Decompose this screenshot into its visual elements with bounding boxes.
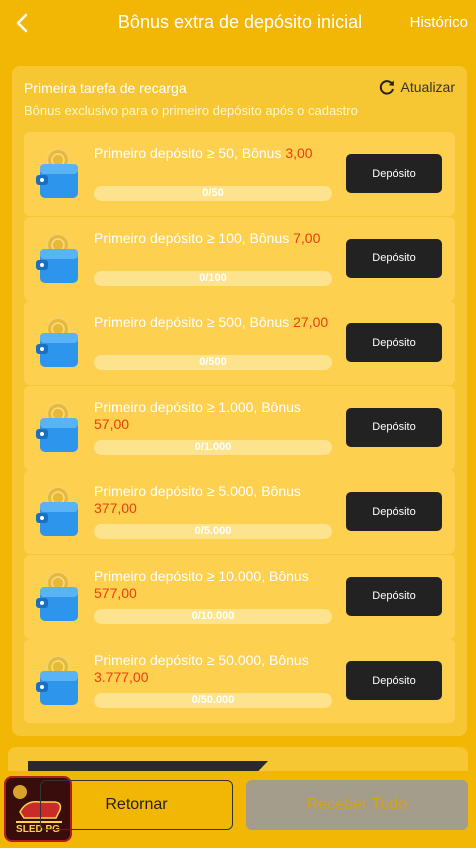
refresh-button[interactable]: Atualizar xyxy=(378,78,455,96)
refresh-icon xyxy=(379,80,394,95)
task-description: Primeiro depósito ≥ 500, Bônus 27,00 xyxy=(94,314,336,331)
progress-bar: 0/50.000 xyxy=(94,693,332,708)
task-description: Primeiro depósito ≥ 5.000, Bônus 377,00 xyxy=(94,483,336,517)
task-bonus: 577,00 xyxy=(94,584,137,601)
header: Bônus extra de depósito inicial Históric… xyxy=(0,0,476,46)
deposit-button[interactable]: Depósito xyxy=(346,661,442,700)
tab-strip xyxy=(28,761,268,771)
deposit-button[interactable]: Depósito xyxy=(346,576,442,616)
progress-bar: 0/100 xyxy=(94,270,332,286)
panel-title: Primeira tarefa de recarga xyxy=(24,80,187,96)
task-description: Primeiro depósito ≥ 50, Bônus 3,00 xyxy=(94,145,336,162)
progress-bar: 0/1.000 xyxy=(94,439,332,455)
task-requirement: Primeiro depósito ≥ 5.000, Bônus xyxy=(94,483,301,499)
task-bonus: 3,00 xyxy=(285,145,313,161)
deposit-button[interactable]: Depósito xyxy=(346,238,442,278)
task-card: Primeiro depósito ≥ 500, Bônus 27,00 0/50… xyxy=(24,301,455,385)
task-requirement: Primeiro depósito ≥ 500, Bônus xyxy=(94,314,290,330)
task-bonus: 27,00 xyxy=(293,314,329,330)
progress-text: 0/500 xyxy=(199,356,227,368)
chevron-left-icon xyxy=(16,13,28,33)
wallet-coin-icon xyxy=(36,567,82,625)
deposit-button[interactable]: Depósito xyxy=(346,323,442,362)
task-bonus: 7,00 xyxy=(293,229,321,246)
history-link[interactable]: Histórico xyxy=(410,14,468,31)
refresh-label: Atualizar xyxy=(400,79,455,95)
task-card: Primeiro depósito ≥ 50.000, Bônus 3.777,… xyxy=(24,639,455,723)
task-card: Primeiro depósito ≥ 1.000, Bônus 57,00 0/… xyxy=(24,385,455,470)
deposit-button[interactable]: Depósito xyxy=(346,407,442,447)
back-button[interactable] xyxy=(10,8,34,38)
wallet-coin-icon xyxy=(36,482,82,540)
wallet-coin-icon xyxy=(36,651,82,709)
receive-all-button[interactable]: Receber Tudo xyxy=(246,780,468,830)
wallet-coin-icon xyxy=(36,144,82,202)
progress-text: 0/100 xyxy=(199,271,227,284)
progress-text: 0/50 xyxy=(202,187,224,199)
task-card: Primeiro depósito ≥ 10.000, Bônus 577,00… xyxy=(24,554,455,639)
task-description: Primeiro depósito ≥ 1.000, Bônus 57,00 xyxy=(94,399,336,433)
progress-bar: 0/50 xyxy=(94,186,332,201)
task-bonus: 377,00 xyxy=(94,500,137,516)
task-requirement: Primeiro depósito ≥ 50, Bônus xyxy=(94,145,282,161)
progress-bar: 0/5.000 xyxy=(94,524,332,539)
task-card: Primeiro depósito ≥ 5.000, Bônus 377,00 0… xyxy=(24,470,455,554)
task-card: Primeiro depósito ≥ 50, Bônus 3,00 0/50 De… xyxy=(24,132,455,216)
task-bonus: 3.777,00 xyxy=(94,669,149,685)
progress-bar: 0/10.000 xyxy=(94,608,332,624)
wallet-coin-icon xyxy=(36,398,82,456)
recharge-task-panel: Primeira tarefa de recarga Atualizar Bôn… xyxy=(12,66,467,736)
task-description: Primeiro depósito ≥ 100, Bônus 7,00 xyxy=(94,230,336,247)
task-bonus: 57,00 xyxy=(94,415,130,432)
task-requirement: Primeiro depósito ≥ 100, Bônus xyxy=(94,229,290,246)
page-title: Bônus extra de depósito inicial xyxy=(117,12,363,32)
task-requirement: Primeiro depósito ≥ 10.000, Bônus xyxy=(94,567,309,584)
progress-bar: 0/500 xyxy=(94,355,332,370)
progress-text: 0/1.000 xyxy=(194,440,232,453)
progress-text: 0/10.000 xyxy=(191,609,235,622)
task-card: Primeiro depósito ≥ 100, Bônus 7,00 0/100… xyxy=(24,216,455,301)
wallet-coin-icon xyxy=(36,229,82,287)
task-description: Primeiro depósito ≥ 50.000, Bônus 3.777,… xyxy=(94,652,336,686)
deposit-button[interactable]: Depósito xyxy=(346,492,442,531)
panel-subtitle: Bônus exclusivo para o primeiro depósito… xyxy=(24,103,358,118)
deposit-button[interactable]: Depósito xyxy=(346,154,442,193)
progress-text: 0/5.000 xyxy=(194,525,232,537)
return-button[interactable]: Retornar xyxy=(40,780,233,830)
task-requirement: Primeiro depósito ≥ 50.000, Bônus xyxy=(94,652,309,668)
task-description: Primeiro depósito ≥ 10.000, Bônus 577,00 xyxy=(94,568,336,602)
task-requirement: Primeiro depósito ≥ 1.000, Bônus xyxy=(94,398,301,415)
wallet-coin-icon xyxy=(36,313,82,371)
progress-text: 0/50.000 xyxy=(191,694,235,706)
